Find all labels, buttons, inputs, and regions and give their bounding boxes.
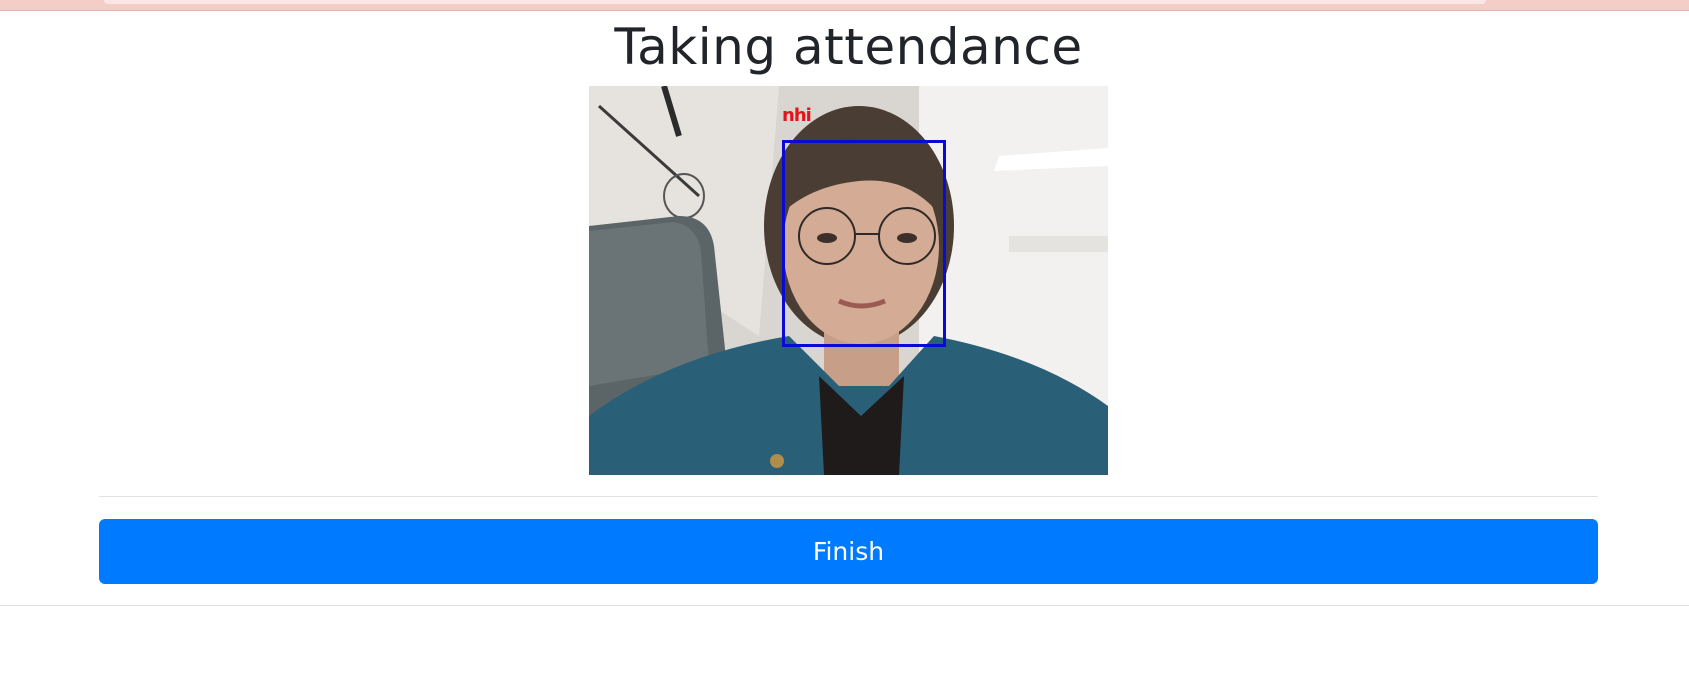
page-title: Taking attendance	[614, 18, 1083, 76]
finish-button[interactable]: Finish	[99, 519, 1598, 584]
section-divider	[99, 496, 1598, 497]
footer-divider	[0, 605, 1689, 606]
detected-name-label: nhi	[782, 105, 812, 126]
face-bounding-box	[782, 140, 946, 347]
top-strip-inner	[104, 0, 1486, 4]
browser-top-strip	[0, 0, 1689, 11]
camera-feed: nhi	[589, 86, 1108, 475]
